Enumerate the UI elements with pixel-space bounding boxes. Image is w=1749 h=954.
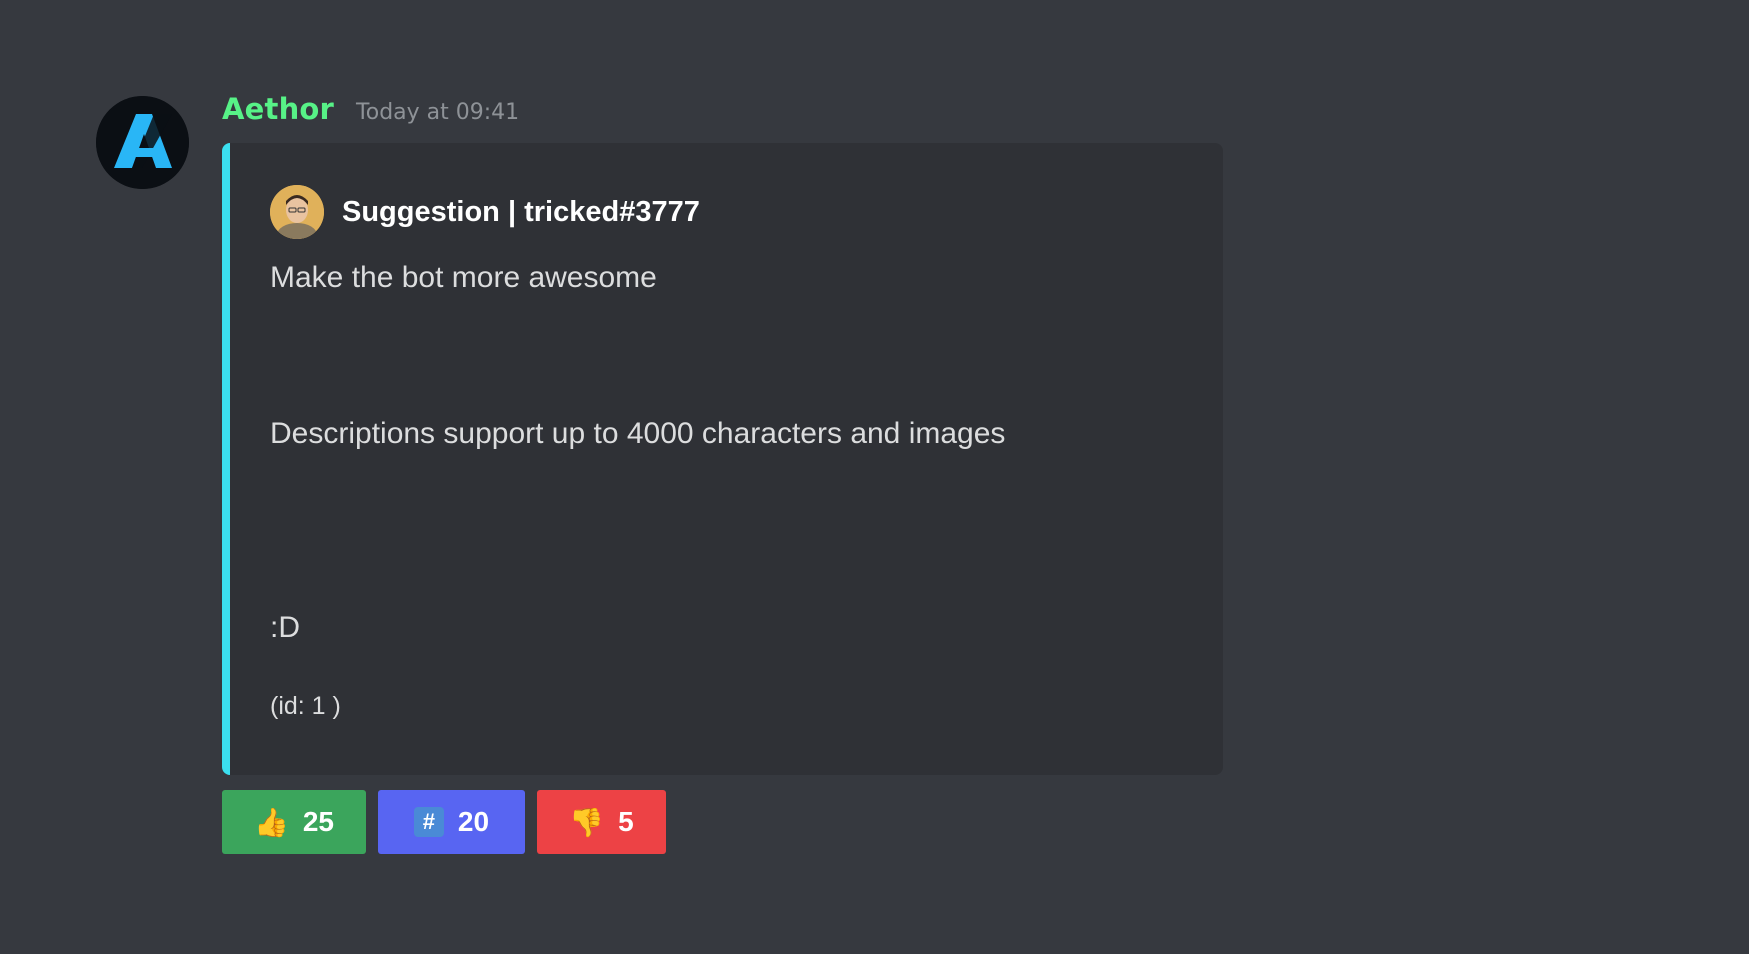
upvote-count: 25 xyxy=(302,806,335,837)
bot-avatar[interactable] xyxy=(96,96,189,189)
user-avatar-icon xyxy=(270,185,324,239)
vote-count-button[interactable]: # 20 xyxy=(378,790,525,854)
upvote-button[interactable]: 👍 25 xyxy=(222,790,366,854)
embed-description-line: :D xyxy=(270,611,300,644)
thumbs-up-icon: 👍 xyxy=(253,806,289,838)
downvote-count: 5 xyxy=(618,806,634,837)
downvote-button[interactable]: 👎 5 xyxy=(537,790,666,854)
message-header: Aethor Today at 09:41 xyxy=(222,92,519,132)
vote-buttons: 👍 25 # 20 👎 5 xyxy=(222,790,666,854)
suggestion-embed: Suggestion | tricked#3777 Make the bot m… xyxy=(222,143,1223,775)
total-vote-count: 20 xyxy=(457,806,490,837)
embed-description-line: Make the bot more awesome xyxy=(270,261,657,294)
embed-footer-id: (id: 1 ) xyxy=(270,692,341,720)
embed-description-line: Descriptions support up to 4000 characte… xyxy=(270,417,1006,450)
message-timestamp: Today at 09:41 xyxy=(356,100,520,125)
aethor-logo-icon xyxy=(96,96,189,189)
thumbs-down-icon: 👎 xyxy=(569,806,605,838)
embed-author-name: Suggestion | tricked#3777 xyxy=(342,195,700,228)
author-name[interactable]: Aethor xyxy=(222,92,334,126)
embed-author: Suggestion | tricked#3777 xyxy=(270,185,1223,239)
hash-icon: # xyxy=(413,807,444,837)
chat-message: Aethor Today at 09:41 Suggestion | trick… xyxy=(0,0,1749,954)
